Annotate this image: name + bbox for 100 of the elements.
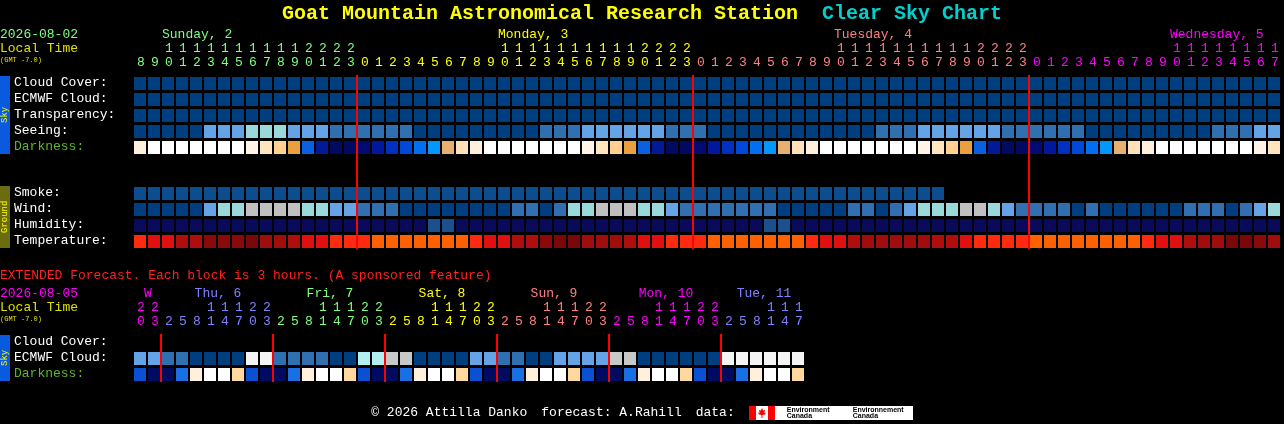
copyright-text: © 2026 Attilla Danko [371,406,528,420]
hour-label: 13 [1215,42,1223,70]
row-label: ECMWF Cloud: [14,91,109,107]
hour-label: 17 [683,301,691,329]
hour-label: 20 [137,301,145,329]
hour-label: 13 [543,42,551,70]
hour-label: 20 [697,301,705,329]
hour-label: 13 [879,42,887,70]
hour-label: 14 [781,301,789,329]
hour-label: 2 [725,56,733,70]
local-time-label: Local Time [0,301,79,315]
day-label: Tuesday, 4 [834,28,912,42]
hour-label: 8 [193,315,201,329]
row-label: Humidity: [14,217,86,233]
hour-label: 11 [319,301,327,329]
hour-label: 7 [459,56,467,70]
hour-label: 2 [165,315,173,329]
hour-label: 3 [1075,56,1083,70]
day-label: Sun, 9 [530,287,578,301]
hour-label: 1 [1047,56,1055,70]
hour-label: 12 [1201,42,1209,70]
data-credit: data: [695,406,735,420]
hour-label: 2 [389,315,397,329]
hour-label: 14 [557,42,565,70]
hour-label: 23 [599,301,607,329]
hour-label: 17 [235,301,243,329]
hour-label: 8 [417,315,425,329]
hour-label: 14 [557,301,565,329]
hour-label: 2 [1061,56,1069,70]
hour-label: 14 [893,42,901,70]
hour-label: 2 [501,315,509,329]
hour-label: 17 [1271,42,1279,70]
hour-label: 8 [1145,56,1153,70]
hour-label: 5 [291,315,299,329]
hour-label: 8 [473,56,481,70]
hour-label: 1 [375,56,383,70]
hour-label: 20 [305,42,313,70]
hour-label: 2 [725,315,733,329]
hour-label: 11 [179,42,187,70]
hour-label: 20 [641,42,649,70]
row-label: Smoke: [14,185,62,201]
hour-label: 13 [207,42,215,70]
hour-label: 17 [459,301,467,329]
hour-label: 5 [403,315,411,329]
hour-label: 23 [711,301,719,329]
hour-label: 17 [263,42,271,70]
hour-label: 0 [697,56,705,70]
hour-label: 23 [347,42,355,70]
hour-label: 11 [1187,42,1195,70]
hour-label: 15 [907,42,915,70]
hour-label: 5 [767,56,775,70]
hour-label: 5 [739,315,747,329]
hour-label: 8 [641,315,649,329]
day-label: Tue, 11 [736,287,792,301]
hour-label: 5 [515,315,523,329]
day-label: Sat, 8 [418,287,466,301]
hour-label: 4 [417,56,425,70]
hour-label: 12 [193,42,201,70]
hour-label: 14 [221,42,229,70]
hour-label: 3 [739,56,747,70]
day-label: Fri, 7 [306,287,354,301]
hour-label: 19 [291,42,299,70]
hour-label: 8 [753,315,761,329]
hour-label: 11 [431,301,439,329]
row-label: Transparency: [14,107,117,123]
hour-label: 0 [361,56,369,70]
hour-label: 5 [431,56,439,70]
hour-label: 20 [977,42,985,70]
hour-label: 22 [1005,42,1013,70]
section-tag: Sky [0,335,10,381]
day-label: Thu, 6 [194,287,242,301]
hour-label: 8 [305,315,313,329]
hour-label: 5 [179,315,187,329]
hour-label: 5 [627,315,635,329]
row-label: Cloud Cover: [14,334,109,350]
hour-label: 12 [865,42,873,70]
hour-label: 16 [1257,42,1265,70]
hour-label: 2 [277,315,285,329]
hour-label: 16 [585,42,593,70]
row-label: Cloud Cover: [14,75,109,91]
hour-label: 6 [781,56,789,70]
hour-label: 19 [963,42,971,70]
hour-label: 19 [627,42,635,70]
hour-label: 22 [333,42,341,70]
day-label: Sunday, 2 [162,28,233,42]
hour-label: 7 [795,56,803,70]
row-label: Darkness: [14,139,86,155]
hour-label: 23 [375,301,383,329]
hour-label: 8 [529,315,537,329]
hour-label: 18 [277,42,285,70]
hour-label: 23 [1019,42,1027,70]
hour-label: 17 [935,42,943,70]
hour-label: 9 [487,56,495,70]
hour-label: 14 [669,301,677,329]
hour-label: 20 [249,301,257,329]
hour-label: 8 [809,56,817,70]
row-label: Seeing: [14,123,70,139]
hour-label: 0 [1033,56,1041,70]
hour-label: 5 [1103,56,1111,70]
hour-label: 10 [837,42,845,70]
